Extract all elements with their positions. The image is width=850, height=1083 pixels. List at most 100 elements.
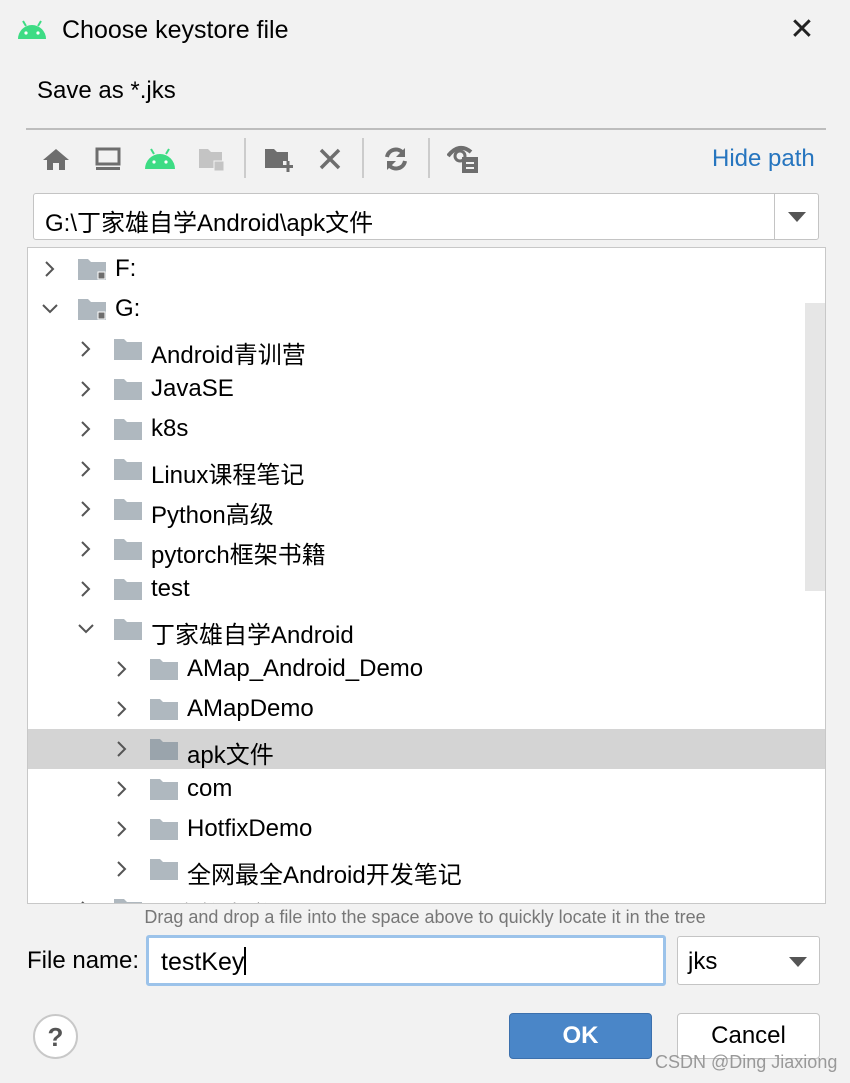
folder-icon: [150, 698, 178, 720]
folder-icon: [150, 818, 178, 840]
tree-row[interactable]: test: [28, 569, 825, 609]
folder-icon: [114, 538, 142, 560]
chevron-right-icon[interactable]: [112, 859, 132, 879]
file-name-input[interactable]: testKey: [146, 935, 666, 986]
close-button[interactable]: ✕: [786, 14, 818, 46]
refresh-icon[interactable]: [379, 142, 413, 176]
folder-icon: [114, 578, 142, 600]
chevron-right-icon[interactable]: [112, 659, 132, 679]
file-name-label: File name:: [27, 947, 140, 974]
tree-row-label: pytorch框架书籍: [151, 542, 326, 569]
tree-row[interactable]: AMapDemo: [28, 689, 825, 729]
path-input[interactable]: G:\丁家雄自学Android\apk文件: [45, 203, 373, 238]
tree-row[interactable]: com: [28, 769, 825, 809]
tree-row-label: G:: [115, 295, 141, 322]
tree-row[interactable]: 全网最全Android开发笔记: [28, 849, 825, 889]
tree-row-label: F:: [115, 255, 137, 282]
drive-icon: [78, 258, 106, 280]
tree-row-label: 全网最全Android开发笔记: [187, 862, 462, 889]
tree-row[interactable]: 丁家雄自学Di: [28, 889, 825, 903]
folder-icon: [114, 898, 142, 903]
module-folder-icon[interactable]: [195, 142, 229, 176]
help-button[interactable]: ?: [33, 1014, 78, 1059]
android-project-icon[interactable]: [143, 142, 177, 176]
chevron-right-icon[interactable]: [112, 699, 132, 719]
folder-icon: [114, 618, 142, 640]
chevron-right-icon[interactable]: [76, 339, 96, 359]
toolbar-separator: [244, 138, 246, 178]
tree-row-label: k8s: [151, 415, 189, 442]
title-bar: Choose keystore file ✕: [0, 0, 850, 62]
chevron-right-icon[interactable]: [76, 379, 96, 399]
tree-row-label: 丁家雄自学Android: [151, 622, 354, 649]
tree-row-label: 丁家雄自学Di: [151, 895, 294, 903]
tree-row[interactable]: k8s: [28, 409, 825, 449]
tree-row[interactable]: 丁家雄自学Android: [28, 609, 825, 649]
tree-row-label: Python高级: [151, 502, 274, 529]
android-icon: [18, 20, 46, 39]
ok-button[interactable]: OK: [509, 1013, 652, 1059]
chevron-right-icon[interactable]: [76, 899, 96, 903]
path-dropdown-button[interactable]: [774, 194, 818, 239]
scrollbar-thumb[interactable]: [805, 303, 825, 591]
tree-row-label: apk文件: [187, 742, 274, 769]
new-folder-icon[interactable]: [262, 142, 296, 176]
dialog-subtitle: Save as *.jks: [37, 77, 176, 104]
tree-row[interactable]: AMap_Android_Demo: [28, 649, 825, 689]
file-name-value: testKey: [161, 948, 245, 976]
divider: [26, 128, 826, 130]
path-combobox[interactable]: G:\丁家雄自学Android\apk文件: [33, 193, 819, 240]
chevron-down-icon: [788, 212, 806, 222]
tree-row[interactable]: F:: [28, 249, 825, 289]
tree-row[interactable]: Linux课程笔记: [28, 449, 825, 489]
show-hidden-icon[interactable]: [446, 142, 480, 176]
tree-row[interactable]: HotfixDemo: [28, 809, 825, 849]
text-caret: [244, 947, 247, 975]
drive-icon: [78, 298, 106, 320]
file-type-select[interactable]: jks: [677, 936, 820, 985]
chevron-right-icon[interactable]: [112, 739, 132, 759]
chevron-down-icon: [789, 957, 807, 967]
file-type-value: jks: [688, 948, 718, 975]
tree-row-label: AMapDemo: [187, 695, 314, 722]
folder-icon: [150, 658, 178, 680]
chevron-right-icon[interactable]: [76, 539, 96, 559]
chevron-down-icon[interactable]: [76, 619, 96, 639]
folder-icon: [114, 338, 142, 360]
chevron-down-icon[interactable]: [40, 299, 60, 319]
chevron-right-icon[interactable]: [76, 459, 96, 479]
chevron-right-icon[interactable]: [112, 779, 132, 799]
tree-row[interactable]: G:: [28, 289, 825, 329]
desktop-icon[interactable]: [91, 142, 125, 176]
tree-row-label: HotfixDemo: [187, 815, 313, 842]
tree-row[interactable]: JavaSE: [28, 369, 825, 409]
drag-drop-hint: Drag and drop a file into the space abov…: [144, 907, 706, 927]
tree-row-label: test: [151, 575, 190, 602]
chevron-right-icon[interactable]: [76, 499, 96, 519]
folder-icon: [150, 858, 178, 880]
hide-path-link[interactable]: Hide path: [712, 145, 815, 173]
toolbar-separator: [428, 138, 430, 178]
tree-row[interactable]: apk文件: [28, 729, 825, 769]
tree-row-label: com: [187, 775, 233, 802]
tree-row-label: AMap_Android_Demo: [187, 655, 424, 682]
dialog-title: Choose keystore file: [62, 16, 289, 44]
watermark: CSDN @Ding Jiaxiong: [655, 1052, 838, 1072]
tree-row[interactable]: pytorch框架书籍: [28, 529, 825, 569]
chevron-right-icon[interactable]: [76, 419, 96, 439]
tree-row[interactable]: Android青训营: [28, 329, 825, 369]
tree-row[interactable]: Python高级: [28, 489, 825, 529]
folder-icon: [114, 418, 142, 440]
tree-row-label: JavaSE: [151, 375, 234, 402]
delete-icon[interactable]: [313, 142, 347, 176]
chevron-right-icon[interactable]: [40, 259, 60, 279]
chevron-right-icon[interactable]: [76, 579, 96, 599]
folder-icon: [150, 738, 178, 760]
file-tree[interactable]: F: G: Android青训营 JavaSE k8s Linux课程笔记 Python高级…: [27, 247, 826, 904]
tree-row-label: Linux课程笔记: [151, 462, 305, 489]
home-icon[interactable]: [39, 142, 73, 176]
folder-icon: [114, 458, 142, 480]
folder-icon: [114, 498, 142, 520]
chevron-right-icon[interactable]: [112, 819, 132, 839]
folder-icon: [114, 378, 142, 400]
